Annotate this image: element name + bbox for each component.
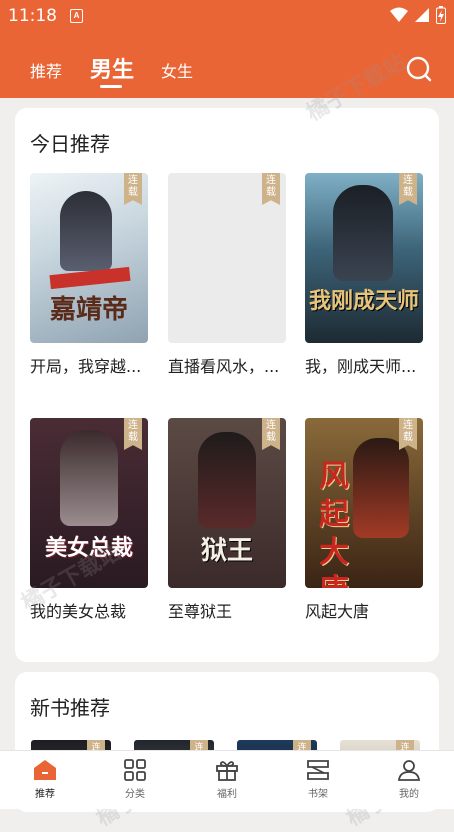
wifi-icon bbox=[390, 7, 408, 22]
book-item[interactable]: 美女总裁 连载 我的美女总裁 bbox=[30, 418, 148, 622]
tab-male[interactable]: 男生 bbox=[90, 52, 134, 84]
status-time: 11:18 bbox=[8, 6, 57, 26]
serial-badge: 连载 bbox=[124, 418, 142, 450]
tab-recommend[interactable]: 推荐 bbox=[30, 58, 62, 82]
book-title: 至尊狱王 bbox=[168, 602, 233, 621]
home-icon bbox=[34, 760, 56, 780]
book-cover: 风起大唐 连载 bbox=[305, 418, 423, 588]
search-icon[interactable] bbox=[406, 56, 432, 82]
cover-figure bbox=[60, 430, 118, 526]
book-item[interactable]: 风起大唐 连载 风起大唐 bbox=[305, 418, 423, 622]
grid-icon bbox=[124, 759, 146, 781]
cover-title: 美女总裁 bbox=[44, 535, 133, 561]
sim-icon: A bbox=[70, 9, 83, 23]
book-title: 开局，我穿越... bbox=[30, 357, 142, 376]
section-title: 今日推荐 bbox=[30, 132, 110, 156]
serial-badge: 连载 bbox=[399, 173, 417, 205]
category-tabs: 推荐 男生 女生 bbox=[0, 46, 454, 92]
nav-recommend[interactable]: 推荐 bbox=[10, 759, 80, 800]
serial-badge: 连载 bbox=[262, 418, 280, 450]
top-header: 11:18 A 推荐 男生 女生 bbox=[0, 0, 454, 98]
book-title: 直播看风水，... bbox=[168, 357, 280, 376]
book-cover: 美女总裁 连载 bbox=[30, 418, 148, 588]
book-item[interactable]: 狱王 连载 至尊狱王 bbox=[168, 418, 286, 622]
nav-category[interactable]: 分类 bbox=[100, 759, 170, 800]
cover-figure bbox=[60, 191, 112, 271]
book-cover: 连载 bbox=[168, 173, 286, 343]
bottom-nav: 推荐 分类 福利 书架 我的 bbox=[0, 750, 454, 809]
status-bar: 11:18 A bbox=[0, 0, 454, 32]
serial-badge: 连载 bbox=[399, 418, 417, 450]
book-title: 我的美女总裁 bbox=[30, 602, 127, 621]
user-icon bbox=[397, 760, 421, 781]
nav-label: 书架 bbox=[308, 789, 328, 800]
tab-female[interactable]: 女生 bbox=[161, 58, 193, 82]
cover-figure bbox=[198, 432, 256, 528]
book-cover: 狱王 连载 bbox=[168, 418, 286, 588]
book-item[interactable]: 连载 直播看风水，... bbox=[168, 173, 286, 377]
nav-mine[interactable]: 我的 bbox=[374, 759, 444, 800]
cover-title: 风起大唐 bbox=[319, 459, 349, 588]
book-title: 我，刚成天师... bbox=[305, 357, 417, 376]
nav-label: 推荐 bbox=[35, 789, 55, 800]
cover-title: 我刚成天师 bbox=[308, 288, 419, 314]
cover-figure bbox=[353, 438, 409, 538]
book-cover: 我刚成天师 连载 bbox=[305, 173, 423, 343]
serial-badge: 连载 bbox=[262, 173, 280, 205]
cover-title: 狱王 bbox=[200, 536, 253, 566]
active-tab-indicator bbox=[100, 85, 122, 88]
nav-label: 我的 bbox=[399, 789, 419, 800]
nav-bookshelf[interactable]: 书架 bbox=[283, 759, 353, 800]
nav-welfare[interactable]: 福利 bbox=[192, 759, 262, 800]
section-title: 新书推荐 bbox=[30, 696, 110, 720]
cover-title: 嘉靖帝 bbox=[49, 295, 128, 325]
serial-badge: 连载 bbox=[124, 173, 142, 205]
signal-icon bbox=[415, 8, 429, 22]
book-item[interactable]: 嘉靖帝 连载 开局，我穿越... bbox=[30, 173, 148, 377]
book-item[interactable]: 我刚成天师 连载 我，刚成天师... bbox=[305, 173, 423, 377]
book-title: 风起大唐 bbox=[305, 602, 370, 621]
book-cover: 嘉靖帝 连载 bbox=[30, 173, 148, 343]
nav-label: 分类 bbox=[125, 789, 145, 800]
gift-icon bbox=[216, 761, 238, 781]
battery-charging-icon bbox=[436, 6, 446, 24]
nav-label: 福利 bbox=[217, 789, 237, 800]
bookshelf-icon bbox=[307, 760, 329, 780]
today-recommend-section: 今日推荐 嘉靖帝 连载 开局，我穿越... 连载 直播看风水，... 我刚成天师… bbox=[15, 108, 439, 662]
status-icons bbox=[390, 6, 446, 24]
cover-figure bbox=[333, 185, 393, 281]
